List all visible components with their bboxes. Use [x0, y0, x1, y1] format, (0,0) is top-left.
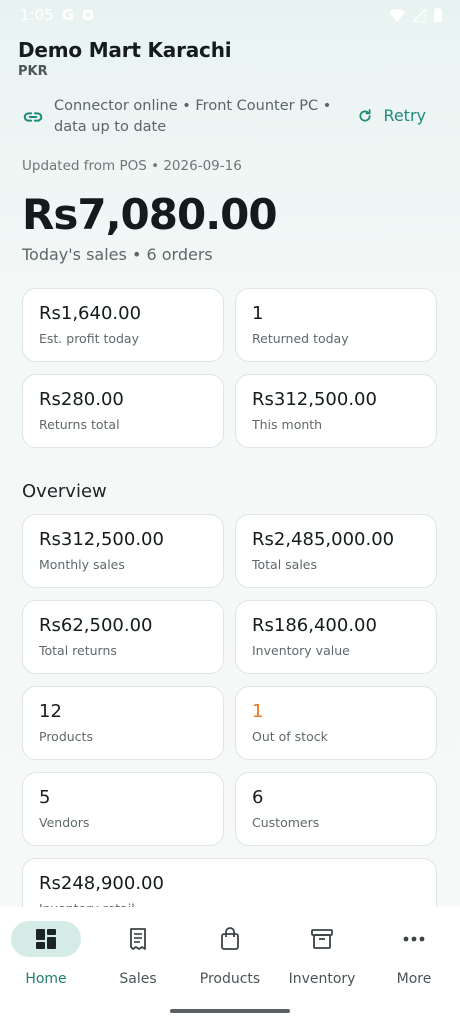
header: Demo Mart Karachi PKR [18, 38, 232, 79]
stat-value: Rs280.00 [39, 389, 124, 410]
nav-item-products[interactable]: Products [184, 921, 276, 987]
stat-card-this-month[interactable]: Rs312,500.00 This month [235, 374, 437, 448]
bottom-navigation: Home Sales Products Inventory More [0, 907, 460, 1024]
stat-card-monthly-sales[interactable]: Rs312,500.00 Monthly sales [22, 514, 224, 588]
status-time: 1:05 [20, 6, 54, 24]
nav-label: Inventory [288, 971, 356, 987]
stat-value: Rs312,500.00 [39, 529, 164, 550]
dashboard-icon [36, 929, 56, 949]
stat-value: Rs2,485,000.00 [252, 529, 395, 550]
stat-value: Rs62,500.00 [39, 615, 153, 636]
nav-label: Sales [119, 971, 157, 987]
store-name: Demo Mart Karachi [18, 38, 232, 62]
stat-card-returned-today[interactable]: 1 Returned today [235, 288, 437, 362]
stat-card-est-profit[interactable]: Rs1,640.00 Est. profit today [22, 288, 224, 362]
stat-value: Rs186,400.00 [252, 615, 377, 636]
stat-value: Rs248,900.00 [39, 873, 164, 894]
shopping-bag-icon [221, 927, 239, 950]
stat-value: 1 [252, 303, 264, 324]
wifi-icon [389, 8, 405, 22]
stat-card-out-of-stock[interactable]: 1 Out of stock [235, 686, 437, 760]
nav-item-inventory[interactable]: Inventory [276, 921, 368, 987]
today-sales-summary: Today's sales • 6 orders [22, 245, 213, 264]
stat-label: Est. profit today [39, 331, 139, 346]
stat-value: 1 [252, 701, 264, 722]
stat-value: Rs312,500.00 [252, 389, 377, 410]
updated-timestamp: Updated from POS • 2026-09-16 [22, 158, 242, 174]
stat-value: Rs1,640.00 [39, 303, 142, 324]
status-bar: 1:05 G [0, 0, 460, 30]
overview-title: Overview [22, 481, 107, 502]
stat-card-products[interactable]: 12 Products [22, 686, 224, 760]
currency-label: PKR [18, 64, 48, 79]
stat-label: Total returns [39, 643, 117, 658]
nav-label: Products [199, 971, 261, 987]
receipt-icon [130, 928, 146, 950]
stat-label: Inventory value [252, 643, 350, 658]
stat-card-customers[interactable]: 6 Customers [235, 772, 437, 846]
stat-label: Total sales [252, 557, 318, 572]
stat-label: Returned today [252, 331, 349, 346]
stat-value: 6 [252, 787, 264, 808]
link-icon [23, 112, 43, 122]
stat-card-inventory-value[interactable]: Rs186,400.00 Inventory value [235, 600, 437, 674]
connector-status-text: Connector online • Front Counter PC • da… [54, 98, 332, 135]
stat-label: This month [252, 417, 323, 432]
notification-icon [83, 10, 93, 20]
stat-card-total-sales[interactable]: Rs2,485,000.00 Total sales [235, 514, 437, 588]
signal-icon [413, 8, 426, 22]
archive-box-icon [311, 929, 333, 949]
today-sales-amount: Rs7,080.00 [22, 190, 278, 239]
stat-value: 12 [39, 701, 62, 722]
refresh-icon [359, 108, 371, 122]
stat-label: Products [39, 729, 93, 744]
retry-label: Retry [383, 106, 426, 125]
stat-label: Vendors [39, 815, 90, 830]
stat-label: Returns total [39, 417, 120, 432]
nav-item-sales[interactable]: Sales [92, 921, 184, 987]
nav-label: More [396, 971, 432, 987]
connector-status-row: Connector online • Front Counter PC • da… [22, 96, 432, 140]
stat-card-returns-total[interactable]: Rs280.00 Returns total [22, 374, 224, 448]
nav-item-home[interactable]: Home [0, 921, 92, 987]
google-icon: G [61, 6, 74, 24]
more-dots-icon [403, 936, 425, 942]
home-indicator [170, 1009, 290, 1013]
battery-icon [434, 8, 442, 22]
stat-label: Monthly sales [39, 557, 125, 572]
stat-label: Customers [252, 815, 320, 830]
stat-card-total-returns[interactable]: Rs62,500.00 Total returns [22, 600, 224, 674]
nav-label: Home [25, 971, 67, 987]
stat-card-vendors[interactable]: 5 Vendors [22, 772, 224, 846]
nav-item-more[interactable]: More [368, 921, 460, 987]
retry-button[interactable]: Retry [357, 106, 426, 125]
stat-value: 5 [39, 787, 51, 808]
stat-label: Out of stock [252, 729, 328, 744]
